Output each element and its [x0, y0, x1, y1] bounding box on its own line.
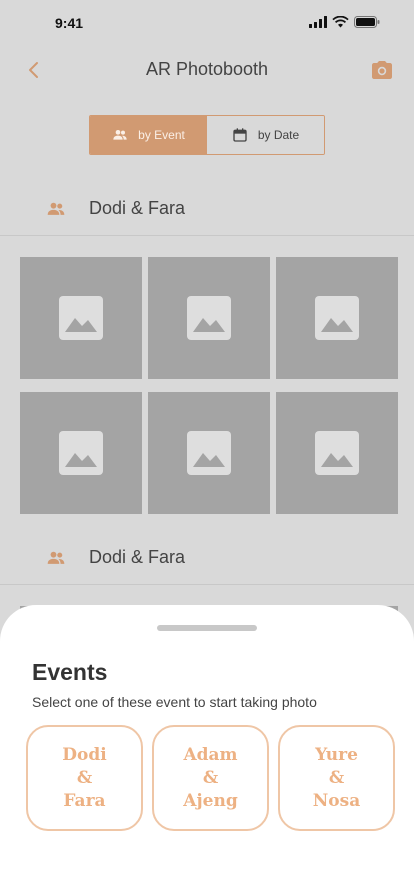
status-icons — [309, 16, 380, 28]
image-placeholder-icon — [59, 431, 103, 475]
event-group-name: Dodi & Fara — [89, 198, 186, 218]
event-group-header[interactable]: Dodi & Fara — [0, 531, 414, 585]
image-placeholder-icon — [315, 431, 359, 475]
event-card-label: Adam & Ajeng — [183, 744, 238, 811]
wifi-icon — [332, 16, 349, 28]
event-card[interactable]: Dodi & Fara — [26, 725, 143, 831]
event-card[interactable]: Yure & Nosa — [278, 725, 395, 831]
image-placeholder-icon — [315, 296, 359, 340]
image-placeholder-icon — [187, 296, 231, 340]
status-time: 9:41 — [55, 15, 84, 31]
nav-bar: AR Photobooth — [0, 48, 414, 92]
people-icon — [47, 202, 65, 215]
filter-segmented-control: by Event by Date — [89, 115, 325, 155]
photo-thumbnail[interactable] — [20, 257, 142, 379]
event-card-label: Dodi & Fara — [62, 744, 107, 811]
photo-thumbnail[interactable] — [276, 392, 398, 514]
calendar-icon — [233, 128, 247, 142]
people-icon — [47, 551, 65, 564]
people-icon — [113, 130, 127, 140]
photo-grid — [20, 257, 402, 514]
camera-button[interactable] — [370, 58, 394, 82]
photo-thumbnail[interactable] — [148, 257, 270, 379]
photo-thumbnail[interactable] — [148, 392, 270, 514]
event-card-list: Dodi & Fara Adam & Ajeng Yure & Nosa — [26, 725, 395, 831]
photo-thumbnail[interactable] — [276, 257, 398, 379]
image-placeholder-icon — [187, 431, 231, 475]
signal-icon — [309, 16, 327, 28]
sheet-subtitle: Select one of these event to start takin… — [32, 694, 317, 710]
tab-by-event-label: by Event — [138, 128, 185, 142]
tab-by-event[interactable]: by Event — [90, 116, 207, 154]
event-card[interactable]: Adam & Ajeng — [152, 725, 269, 831]
tab-by-date-label: by Date — [257, 128, 300, 142]
event-card-label: Yure & Nosa — [312, 744, 361, 811]
sheet-title: Events — [32, 659, 108, 685]
battery-icon — [354, 16, 380, 28]
tab-by-date[interactable]: by Date — [207, 116, 324, 154]
events-bottom-sheet: Events Select one of these event to star… — [0, 605, 414, 896]
event-group-name: Dodi & Fara — [89, 547, 186, 567]
camera-icon — [372, 61, 392, 79]
status-bar: 9:41 — [0, 0, 414, 48]
page-title: AR Photobooth — [145, 59, 269, 79]
photo-thumbnail[interactable] — [20, 392, 142, 514]
sheet-drag-handle[interactable] — [157, 625, 257, 631]
event-group-header[interactable]: Dodi & Fara — [0, 182, 414, 236]
image-placeholder-icon — [59, 296, 103, 340]
